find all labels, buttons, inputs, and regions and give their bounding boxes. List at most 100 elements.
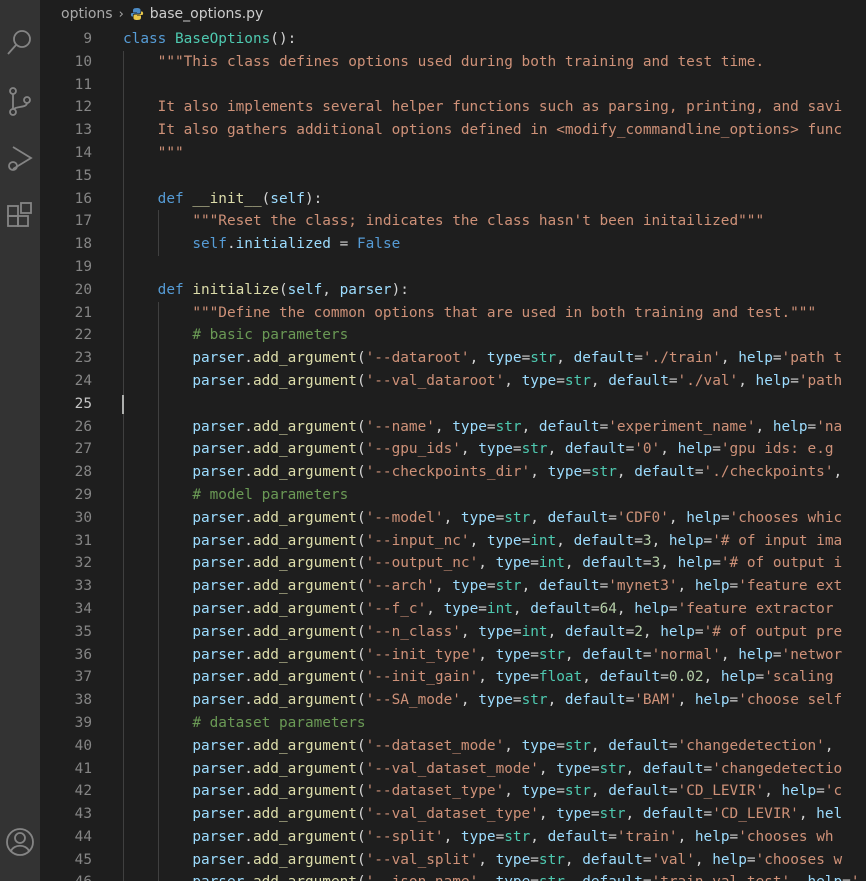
code-line[interactable]: 23 parser.add_argument('--dataroot', typ… [40,347,866,370]
code-token: add_argument [252,646,357,663]
code-token: parser [192,783,245,800]
code-text: parser.add_argument('--val_dataroot', ty… [123,370,842,393]
code-line[interactable]: 35 parser.add_argument('--n_class', type… [40,620,866,644]
python-file-icon [130,7,144,21]
code-line[interactable]: 34 parser.add_argument('--f_c', type=int… [40,597,866,621]
code-token: default [573,350,635,367]
code-token: str [495,418,522,435]
code-line[interactable]: 30 parser.add_argument('--model', type=s… [40,506,866,530]
code-token: '--dataset_mode' [365,737,505,754]
code-token: './checkpoints' [703,464,834,481]
code-line[interactable]: 27 parser.add_argument('--gpu_ids', type… [40,438,866,462]
account-icon[interactable] [0,826,40,866]
code-token: type [495,646,531,663]
code-line[interactable]: 43 parser.add_argument('--val_dataset_ty… [40,803,866,826]
code-line[interactable]: 14 """ [40,141,866,165]
code-token: = [729,578,739,595]
code-token: = [703,806,713,823]
code-token: parser [192,441,245,458]
code-line[interactable]: 33 parser.add_argument('--arch', type=st… [40,575,866,598]
code-line[interactable]: 11 [40,73,866,97]
code-token: = [668,600,678,617]
code-line[interactable]: 36 parser.add_argument('--init_type', ty… [40,643,866,667]
code-line[interactable]: 16 def __init__(self): [40,187,866,211]
code-line[interactable]: 19 [40,255,866,279]
code-token: ( [356,828,366,845]
code-token: '0' [634,441,661,458]
line-number: 29 [74,486,92,503]
code-token: parser [192,418,245,435]
code-token: = [729,692,739,709]
code-token: = [590,806,600,823]
search-icon[interactable] [0,26,40,66]
code-line[interactable]: 22 # basic parameters [40,324,866,348]
code-token: 'CDF0' [616,509,669,526]
code-line[interactable]: 26 parser.add_argument('--name', type=st… [40,415,866,439]
breadcrumb-folder[interactable]: options [61,6,113,22]
code-line[interactable]: 10 """This class defines options used du… [40,50,866,74]
code-line[interactable]: 38 parser.add_argument('--SA_mode', type… [40,689,866,712]
source-control-icon[interactable] [0,86,40,126]
code-line[interactable]: 40 parser.add_argument('--dataset_mode',… [40,734,866,758]
code-line[interactable]: 42 parser.add_argument('--dataset_type',… [40,780,866,804]
run-debug-icon[interactable] [0,142,40,182]
code-token: , [625,760,643,777]
code-line[interactable]: 15 [40,164,866,188]
code-token: . [244,737,253,754]
code-line[interactable]: 24 parser.add_argument('--val_dataroot',… [40,369,866,393]
code-line[interactable]: 29 # model parameters [40,483,866,507]
code-token: . [244,441,253,458]
code-line[interactable]: 46 parser.add_argument('--json_name', ty… [40,871,866,881]
code-token: . [244,783,253,800]
code-line[interactable]: 12 It also implements several helper fun… [40,96,866,120]
code-line[interactable]: 39 # dataset parameters [40,711,866,735]
code-line[interactable]: 45 parser.add_argument('--val_split', ty… [40,848,866,872]
code-token: = [486,418,496,435]
breadcrumb-file[interactable]: base_options.py [150,6,264,22]
code-token: = [720,509,730,526]
code-text: parser.add_argument('--dataset_type', ty… [123,780,842,803]
code-area[interactable]: 9 class BaseOptions(): 10 """This class de… [40,28,866,881]
code-token: add_argument [252,737,357,754]
code-line[interactable]: 28 parser.add_argument('--checkpoints_di… [40,461,866,484]
chevron-right-icon: › [118,6,124,22]
code-token: , [824,737,834,754]
code-line[interactable]: 25 [40,392,866,416]
code-line[interactable]: 44 parser.add_argument('--split', type=s… [40,825,866,849]
code-line[interactable]: 13 It also gathers additional options de… [40,119,866,142]
code-token: parser [192,578,245,595]
code-token: ( [356,509,366,526]
line-number: 20 [74,281,92,298]
code-line[interactable]: 32 parser.add_argument('--output_nc', ty… [40,552,866,576]
code-token: . [244,350,253,367]
extensions-icon[interactable] [0,202,40,242]
code-line[interactable]: 37 parser.add_argument('--init_gain', ty… [40,666,866,690]
code-token: float [538,669,583,686]
code-token: , [556,532,574,549]
code-token: './train' [642,350,721,367]
code-token: type [452,578,487,595]
code-token: = [703,760,713,777]
code-token: False [356,236,401,253]
code-line[interactable]: 41 parser.add_argument('--val_dataset_mo… [40,757,866,781]
code-line[interactable]: 17 """Reset the class; indicates the cla… [40,210,866,234]
editor[interactable]: options › base_options.py 9 class BaseOpt… [40,0,866,881]
code-token: , [798,806,817,823]
code-token: help [738,350,773,367]
code-token: default [582,646,643,663]
code-token: , [460,441,479,458]
code-token: , [660,555,678,572]
code-line[interactable]: 20 def initialize(self, parser): [40,278,866,302]
code-line[interactable]: 18 self.initialized = False [40,233,866,256]
code-line[interactable]: 9 class BaseOptions(): [40,28,866,51]
code-line[interactable]: 21 """Define the common options that are… [40,301,866,325]
code-line[interactable]: 31 parser.add_argument('--input_nc', typ… [40,529,866,553]
code-token: '--val_dataset_mode' [365,760,539,777]
code-token: ( [356,737,366,754]
